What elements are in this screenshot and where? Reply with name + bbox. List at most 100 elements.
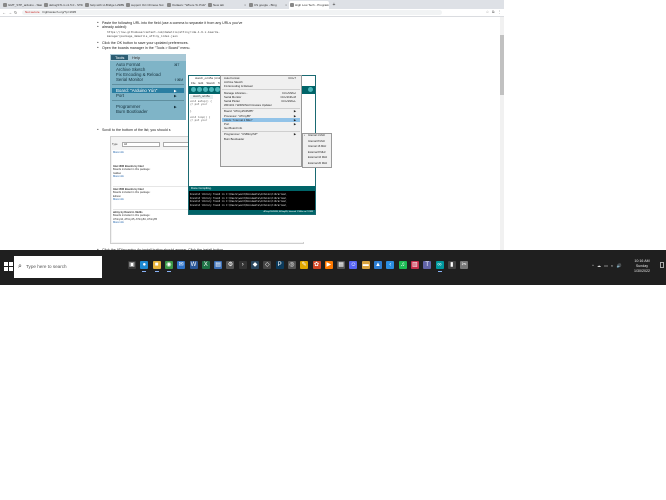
browser-tab[interactable]: High Low Tech - Program × [289,1,329,9]
serial-monitor-icon[interactable] [308,87,313,92]
more-info-link[interactable]: More info [113,221,233,224]
terminal-icon[interactable]: › [238,261,247,269]
calculator-icon[interactable]: ▦ [337,261,346,269]
close-tab-icon[interactable]: × [121,1,123,9]
clock-option[interactable]: External 20 MHz [303,162,331,166]
clock-option[interactable]: Internal 1 MHz [303,134,331,139]
close-tab-icon[interactable]: × [39,1,41,9]
clock-option[interactable]: Internal 16 MHz [303,145,331,149]
snip-icon[interactable]: ✂ [460,261,469,269]
tools-menu-header: Tools Help [110,54,186,61]
browser-tab[interactable]: New tab × [207,1,247,9]
instruction-text: already added): [102,25,127,30]
edge-icon[interactable]: ● [140,261,149,272]
search-placeholder: Type here to search [26,264,67,269]
tools-menu-item[interactable]: Port [116,93,124,98]
item-label: Burn Bootloader [224,136,245,141]
ide-tools-item[interactable]: Burn Bootloader [222,137,300,141]
tab-title: High Low Tech - Program [295,3,329,7]
arduino-icon[interactable]: ∞ [435,261,444,272]
media-icon[interactable]: ▶ [324,261,333,269]
close-tab-icon[interactable]: × [203,1,205,9]
type-filter-select[interactable]: All [122,142,160,147]
system-tray-icons[interactable]: ^ ☁ ▭ ◐ 🔊 [592,263,623,268]
taskbar-date[interactable]: 1/30/2022 [628,269,656,273]
photos-icon[interactable]: ▲ [374,261,382,269]
clock-option[interactable]: Internal 8 MHz [303,140,331,144]
menu-shortcut: ⌘T [174,62,180,67]
taskbar-search-box[interactable]: ⌕ Type here to search [14,256,102,278]
favicon-icon [126,3,130,7]
browser-tab[interactable]: debugSTLm v1.5.0 - STCONTA× [43,1,83,9]
verify-icon[interactable] [191,87,196,92]
forward-icon[interactable]: → [8,9,12,16]
ide-menu-sketch[interactable]: Sketch [206,81,215,85]
not-secure-label[interactable]: Not secure [25,10,40,14]
close-tab-icon[interactable]: × [326,1,328,9]
notification-icon[interactable] [660,262,664,268]
tools-menu-item[interactable]: Burn Bootloader [116,109,148,114]
close-tab-icon[interactable]: × [244,1,246,9]
favicon-icon [208,3,212,7]
mail-icon[interactable]: ✉ [177,261,186,269]
vscode-icon[interactable]: ‹ [386,261,395,269]
browser-tab[interactable]: support Oct Chinese No × [125,1,165,9]
back-icon[interactable]: ← [2,9,6,16]
item-label: WiFi101 / WiFiNINA Firmware Updater [224,103,272,108]
close-tab-icon[interactable]: × [285,1,287,9]
desktop-background [504,0,666,250]
ide-tools-item[interactable]: Fix Encoding & Reload [222,84,300,88]
tools-menu-item[interactable]: Serial Monitor [116,77,143,82]
tab-title: help with H-Bridge L298N [90,3,124,7]
calendar-icon[interactable]: ▥ [410,261,419,269]
new-tab-button[interactable]: + [331,1,337,9]
close-tab-icon[interactable]: × [80,1,82,9]
tab-title: support Oct Chinese No [131,3,164,7]
instruction-text: Open the boards manager in the "Tools > … [102,46,191,50]
steam-icon[interactable]: ◆ [251,261,259,269]
type-filter-label: Type [112,143,118,146]
sketch-tab[interactable]: sketch_oct15a [190,94,213,99]
extension-icons[interactable]: ☆ ⧉ ⋮ [486,9,502,16]
ide-menu-file[interactable]: File [191,81,196,85]
file-explorer-icon[interactable]: ■ [152,261,161,272]
more-info-link[interactable]: More info [113,151,124,154]
camera-icon[interactable]: ◎ [287,261,296,269]
browser-tab[interactable]: CS google - Bing × [248,1,288,9]
notes-icon[interactable]: ✎ [300,261,309,269]
new-icon[interactable] [203,87,208,92]
browser-tab[interactable]: Outlaws: "Where To Pick" × [166,1,206,9]
more-info-link-text[interactable]: More info [113,151,124,154]
terminal-2-icon[interactable]: ▮ [447,261,456,269]
ide-tools-item[interactable]: Get Board Info [222,126,300,130]
upload-icon[interactable] [197,87,202,92]
ide-menu-edit[interactable]: Edit [199,81,204,85]
spotify-icon[interactable]: ♫ [398,261,407,269]
folder-icon[interactable]: ▬ [361,261,370,269]
paint-icon[interactable]: ✿ [312,261,321,269]
discord-icon[interactable]: ☺ [349,261,358,269]
task-view-icon[interactable]: ▣ [128,261,136,269]
browser-tab[interactable]: GMT_STP_arduino - SketchUp× [2,1,42,9]
excel-icon[interactable]: X [201,261,210,269]
favicon-icon [85,3,89,7]
browser-tab[interactable]: help with H-Bridge L298N × [84,1,124,9]
close-tab-icon[interactable]: × [162,1,164,9]
clock-option[interactable]: External 16 MHz [303,156,331,160]
clock-option[interactable]: External 8 MHz [303,151,331,155]
word-icon[interactable]: W [189,261,198,269]
store-icon[interactable]: ▤ [214,261,223,269]
photoshop-icon[interactable]: P [275,261,284,269]
reload-icon[interactable]: ↻ [14,9,17,16]
chrome-icon[interactable]: ◉ [164,261,173,272]
url-input[interactable]: Not secure highlowtech.org/?p=1695 [22,10,442,15]
taskbar-day[interactable]: Sunday [628,264,656,268]
ide-tools-item[interactable]: WiFi101 / WiFiNINA Firmware Updater [222,103,300,107]
roblox-icon[interactable]: ◇ [263,261,272,269]
settings-icon[interactable]: ⚙ [226,261,235,269]
tools-menu-title: Tools [111,55,129,60]
open-icon[interactable] [209,87,214,92]
taskbar-time[interactable]: 10:16 AM [628,259,656,263]
start-button[interactable] [4,262,13,271]
teams-icon[interactable]: T [423,261,432,269]
